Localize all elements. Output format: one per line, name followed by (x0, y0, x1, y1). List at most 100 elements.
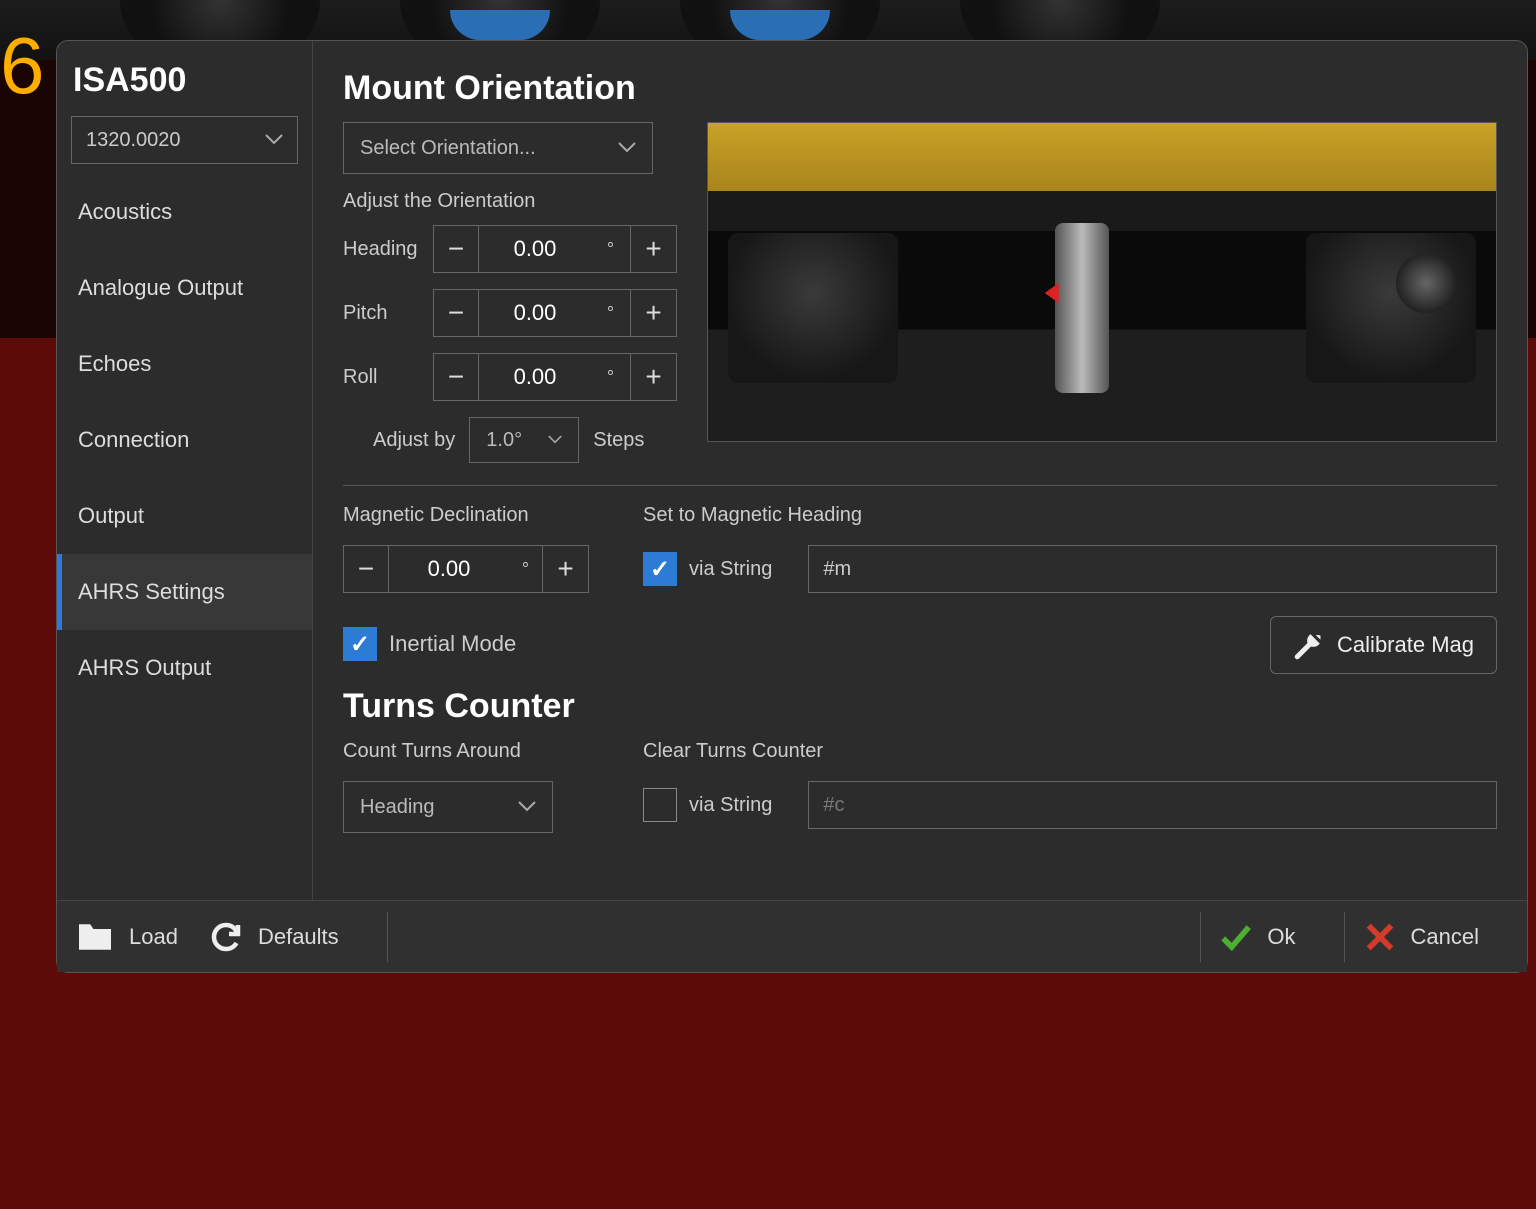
magnetic-declination-col: Magnetic Declination − 0.00 ° + (343, 504, 603, 609)
heading-value[interactable]: 0.00 (479, 225, 591, 273)
count-turns-col: Count Turns Around Heading (343, 740, 603, 845)
sidebar-item-echoes[interactable]: Echoes (57, 326, 312, 402)
sidebar-item-analogue-output[interactable]: Analogue Output (57, 250, 312, 326)
roll-plus-button[interactable]: + (631, 353, 677, 401)
footer-divider (387, 912, 388, 962)
sidebar-item-ahrs-settings[interactable]: AHRS Settings (57, 554, 312, 630)
footer-divider (1200, 912, 1201, 962)
magnetic-declination-label: Magnetic Declination (343, 504, 603, 527)
main-panel: Mount Orientation Select Orientation... … (313, 41, 1527, 900)
roll-value[interactable]: 0.00 (479, 353, 591, 401)
count-turns-select[interactable]: Heading (343, 781, 553, 833)
sidebar-item-acoustics[interactable]: Acoustics (57, 174, 312, 250)
set-magnetic-heading-row: via String #m (643, 545, 1497, 593)
load-button[interactable]: Load (75, 921, 178, 953)
dialog-footer: Load Defaults Ok Cancel (57, 900, 1527, 972)
adjust-by-label: Adjust by (373, 429, 455, 452)
heading-unit: ° (591, 225, 631, 273)
heading-row: Heading − 0.00 ° + (343, 225, 677, 273)
turns-counter-heading: Turns Counter (343, 687, 1497, 726)
roll-label: Roll (343, 366, 433, 389)
roll-unit: ° (591, 353, 631, 401)
roll-minus-button[interactable]: − (433, 353, 479, 401)
mag-decl-value[interactable]: 0.00 (389, 545, 509, 593)
sidebar-item-label: Analogue Output (78, 275, 243, 301)
heading-minus-button[interactable]: − (433, 225, 479, 273)
via-string-magnetic-checkbox[interactable] (643, 552, 677, 586)
orientation-select-value: Select Orientation... (360, 137, 536, 160)
device-select-value: 1320.0020 (86, 129, 181, 152)
via-string-clear-checkbox[interactable] (643, 788, 677, 822)
wrench-icon (1293, 630, 1323, 660)
device-title: ISA500 (57, 41, 312, 112)
footer-divider (1344, 912, 1345, 962)
calibrate-mag-button[interactable]: Calibrate Mag (1270, 616, 1497, 674)
sidebar-item-label: AHRS Settings (78, 579, 225, 605)
magnetic-string-value: #m (823, 558, 851, 581)
orientation-render (707, 122, 1497, 442)
pitch-minus-button[interactable]: − (433, 289, 479, 337)
background-digit: 6 (0, 20, 45, 112)
pitch-row: Pitch − 0.00 ° + (343, 289, 677, 337)
ok-label: Ok (1267, 924, 1295, 950)
adjust-by-select[interactable]: 1.0° (469, 417, 579, 463)
pitch-value[interactable]: 0.00 (479, 289, 591, 337)
heading-label: Heading (343, 238, 433, 261)
refresh-icon (208, 919, 244, 955)
pitch-label: Pitch (343, 302, 433, 325)
render-thruster (1396, 253, 1456, 313)
cancel-button[interactable]: Cancel (1363, 920, 1479, 954)
device-select[interactable]: 1320.0020 (71, 116, 298, 164)
orientation-select[interactable]: Select Orientation... (343, 122, 653, 174)
sidebar-item-output[interactable]: Output (57, 478, 312, 554)
render-bracket (728, 233, 898, 383)
sidebar-item-label: Output (78, 503, 144, 529)
sidebar-item-label: Acoustics (78, 199, 172, 225)
sidebar-item-connection[interactable]: Connection (57, 402, 312, 478)
chevron-down-icon (548, 435, 562, 445)
orientation-controls: Select Orientation... Adjust the Orienta… (343, 122, 677, 463)
pitch-unit: ° (591, 289, 631, 337)
check-icon (1219, 920, 1253, 954)
count-turns-value: Heading (360, 796, 435, 819)
chevron-down-icon (518, 801, 536, 813)
chevron-down-icon (265, 134, 283, 146)
turns-counter-row: Count Turns Around Heading Clear Turns C… (343, 740, 1497, 845)
via-string-label: via String (689, 794, 772, 817)
inertial-mode-label: Inertial Mode (389, 631, 516, 657)
render-sensor (1055, 223, 1109, 393)
chevron-down-icon (618, 142, 636, 154)
adjust-by-value: 1.0° (486, 429, 522, 452)
mag-decl-plus-button[interactable]: + (543, 545, 589, 593)
adjust-by-row: Adjust by 1.0° Steps (373, 417, 677, 463)
folder-icon (75, 921, 115, 953)
mag-decl-minus-button[interactable]: − (343, 545, 389, 593)
mount-orientation-area: Select Orientation... Adjust the Orienta… (343, 122, 1497, 463)
clear-turns-label: Clear Turns Counter (643, 740, 1497, 763)
ok-button[interactable]: Ok (1219, 920, 1295, 954)
set-magnetic-heading-col: Set to Magnetic Heading via String #m (643, 504, 1497, 609)
sidebar-item-label: AHRS Output (78, 655, 211, 681)
clear-turns-col: Clear Turns Counter via String #c (643, 740, 1497, 845)
sidebar-item-label: Connection (78, 427, 189, 453)
roll-row: Roll − 0.00 ° + (343, 353, 677, 401)
heading-plus-button[interactable]: + (631, 225, 677, 273)
settings-dialog: ISA500 1320.0020 Acoustics Analogue Outp… (56, 40, 1528, 973)
adjust-orientation-label: Adjust the Orientation (343, 190, 677, 213)
defaults-button[interactable]: Defaults (208, 919, 339, 955)
via-string-label: via String (689, 558, 772, 581)
magnetic-declination-stepper: − 0.00 ° + (343, 545, 603, 593)
adjust-by-suffix: Steps (593, 429, 644, 452)
defaults-label: Defaults (258, 924, 339, 950)
mag-decl-unit: ° (509, 545, 543, 593)
magnetic-string-input[interactable]: #m (808, 545, 1497, 593)
pitch-plus-button[interactable]: + (631, 289, 677, 337)
count-turns-label: Count Turns Around (343, 740, 603, 763)
calibrate-mag-label: Calibrate Mag (1337, 632, 1474, 658)
render-bracket (1306, 233, 1476, 383)
inertial-mode-checkbox[interactable] (343, 627, 377, 661)
mount-orientation-heading: Mount Orientation (343, 69, 1497, 108)
sidebar-item-ahrs-output[interactable]: AHRS Output (57, 630, 312, 706)
clear-string-input[interactable]: #c (808, 781, 1497, 829)
clear-string-placeholder: #c (823, 794, 844, 817)
